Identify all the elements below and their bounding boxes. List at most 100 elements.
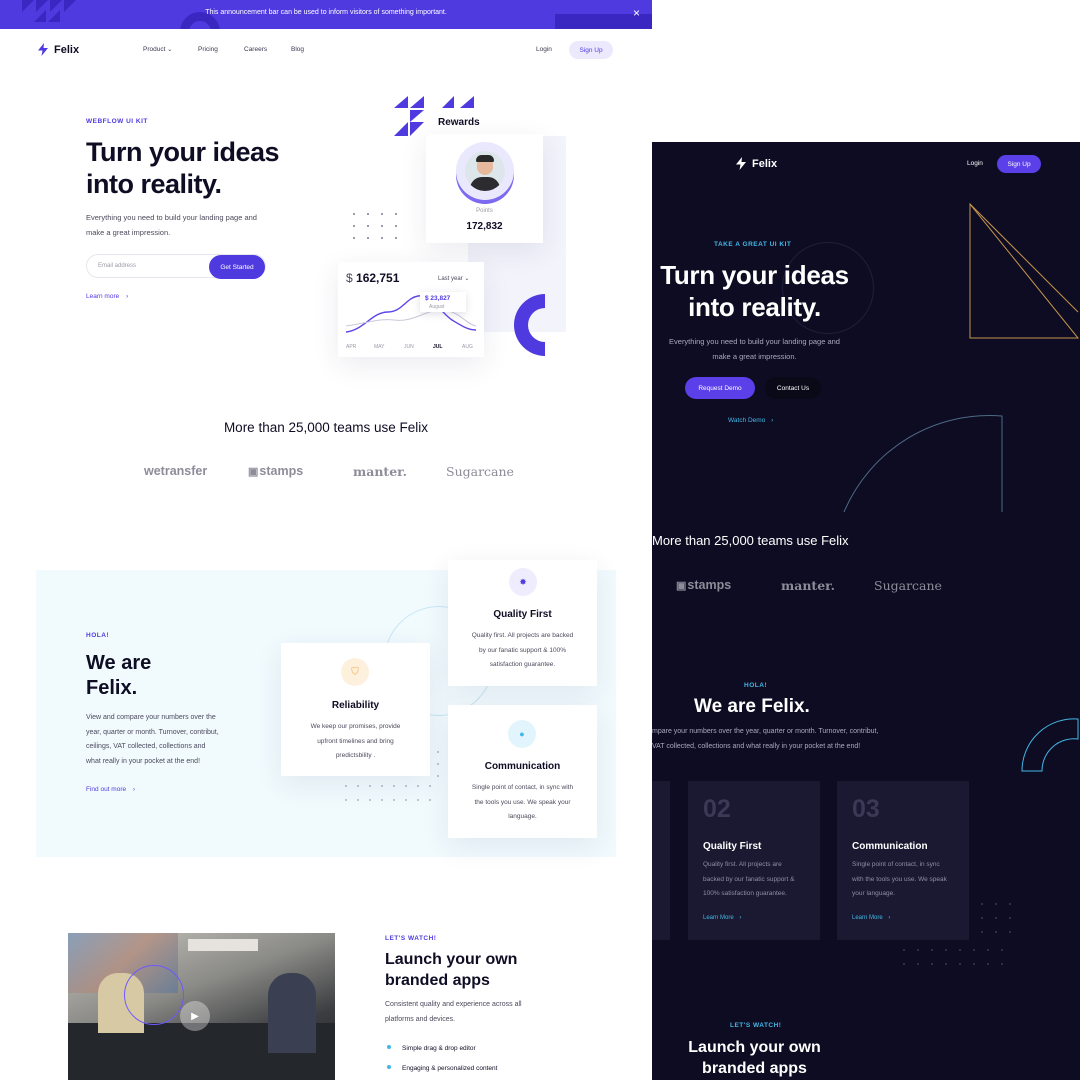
card-body: Quality first. All projects are backed b… bbox=[703, 858, 794, 902]
dark-watch-title-line2: branded apps bbox=[702, 1060, 807, 1077]
feature-title: Quality First bbox=[493, 609, 552, 620]
dark-signup-button[interactable]: Sign Up bbox=[997, 155, 1041, 173]
card-title: Quality First bbox=[703, 841, 762, 852]
month-label-active: JUL bbox=[433, 344, 443, 350]
watch-demo-link[interactable]: Watch Demo › bbox=[728, 417, 773, 424]
dark-logo-stamps-text: stamps bbox=[687, 578, 732, 592]
period-label: Last year bbox=[438, 276, 463, 282]
card-body-line: with the tools you use. We speak bbox=[852, 875, 947, 883]
hero-eyebrow: WEBFLOW UI KIT bbox=[86, 118, 148, 125]
feature-body-line: predictsbility . bbox=[335, 752, 376, 759]
dark-login-link[interactable]: Login bbox=[967, 160, 983, 167]
email-input[interactable]: Email address bbox=[98, 263, 136, 269]
stamps-icon: ▣ bbox=[676, 580, 687, 592]
learn-more-link[interactable]: Learn more › bbox=[86, 293, 128, 300]
contact-us-button[interactable]: Contact Us bbox=[765, 377, 821, 399]
request-demo-button[interactable]: Request Demo bbox=[685, 377, 755, 399]
watch-body: Consistent quality and experience across… bbox=[385, 998, 522, 1027]
arc-decor bbox=[843, 415, 1003, 513]
logo-sugarcane: Sugarcane bbox=[446, 464, 514, 479]
dark-about-title: We are Felix. bbox=[694, 696, 810, 717]
close-icon[interactable]: × bbox=[633, 7, 640, 19]
dark-logo-manter: manter. bbox=[781, 578, 835, 593]
announcement-text: This announcement bar can be used to inf… bbox=[205, 9, 447, 16]
chevron-right-icon: › bbox=[739, 915, 742, 921]
half-ring-decor bbox=[514, 294, 545, 356]
about-body-line: View and compare your numbers over the bbox=[86, 714, 216, 721]
teams-heading: More than 25,000 teams use Felix bbox=[223, 420, 429, 435]
email-form: Email address Get Started bbox=[86, 254, 266, 279]
feature-body: Single point of contact, in sync with th… bbox=[448, 781, 597, 825]
feature-body: Quality first. All projects are backed b… bbox=[448, 629, 597, 673]
nav-pricing[interactable]: Pricing bbox=[198, 46, 218, 53]
card-learn-more-label: Learn More bbox=[852, 915, 883, 921]
dark-hero-subtitle: Everything you need to build your landin… bbox=[652, 335, 857, 364]
find-out-more-label: Find out more bbox=[86, 786, 127, 793]
about-body-line: what really in your pocket at the end! bbox=[86, 757, 201, 765]
chevron-right-icon: › bbox=[126, 293, 129, 300]
card-title: Communication bbox=[852, 841, 928, 852]
feature-body: We keep our promises, provide upfront ti… bbox=[281, 720, 430, 764]
period-select[interactable]: Last year ⌄ bbox=[438, 275, 469, 282]
card-body-line: Quality first. All projects are bbox=[703, 861, 782, 868]
month-label: AUG bbox=[462, 344, 473, 350]
month-label: APR bbox=[346, 344, 357, 350]
avatar bbox=[465, 151, 505, 191]
stats-currency: $ bbox=[346, 271, 353, 285]
feature-body-line: language. bbox=[508, 813, 537, 820]
stats-value: 162,751 bbox=[356, 271, 400, 285]
get-started-button[interactable]: Get Started bbox=[209, 255, 265, 279]
find-out-more-link[interactable]: Find out more › bbox=[86, 786, 135, 793]
nav-careers[interactable]: Careers bbox=[244, 46, 267, 53]
card-learn-more-link[interactable]: Learn More › bbox=[852, 915, 890, 921]
hero-subtitle-line2: make a great impression. bbox=[86, 227, 171, 237]
hero-subtitle-line1: Everything you need to build your landin… bbox=[86, 213, 257, 222]
shield-icon: ⛉ bbox=[341, 658, 369, 686]
triangle-outline-decor bbox=[969, 202, 1080, 339]
dark-hero-eyebrow: TAKE A GREAT UI KIT bbox=[714, 241, 792, 248]
watch-body-line: Consistent quality and experience across… bbox=[385, 1001, 522, 1008]
feature-body-line: the tools you use. We speak your bbox=[474, 798, 571, 806]
dark-hero-title-line2: into reality. bbox=[688, 292, 821, 322]
card-body-line: 100% satisfaction guarantee. bbox=[703, 890, 787, 897]
hero-title-line1: Turn your ideas bbox=[86, 137, 280, 167]
chevron-down-icon: ⌄ bbox=[167, 47, 173, 53]
dot-grid-decor bbox=[903, 903, 1011, 965]
logo-wetransfer: wetransfer bbox=[144, 464, 208, 478]
dark-about-eyebrow: HOLA! bbox=[744, 682, 768, 689]
card-learn-more-label: Learn More bbox=[703, 915, 734, 921]
about-eyebrow: HOLA! bbox=[86, 632, 110, 639]
hero-subtitle: Everything you need to build your landin… bbox=[86, 211, 257, 240]
play-icon[interactable]: ▶ bbox=[180, 1001, 210, 1031]
signup-button[interactable]: Sign Up bbox=[569, 41, 613, 59]
logo-text: Felix bbox=[54, 43, 80, 56]
dark-teams-heading: More than 25,000 teams use Felix bbox=[652, 533, 849, 548]
nav-blog[interactable]: Blog bbox=[291, 46, 304, 53]
dark-hero-subtitle-line2: make a great impression. bbox=[712, 351, 797, 361]
bolt-icon bbox=[736, 157, 746, 170]
dark-about-body-line: mpare your numbers over the year, quarte… bbox=[652, 728, 879, 735]
avatar-ring bbox=[456, 142, 514, 200]
dark-about-body-line: VAT collected, collections and what real… bbox=[652, 742, 861, 750]
dark-about-body: mpare your numbers over the year, quarte… bbox=[652, 725, 912, 754]
month-label: MAY bbox=[374, 344, 385, 350]
login-link[interactable]: Login bbox=[536, 46, 552, 53]
watch-title-line1: Launch your own bbox=[385, 951, 518, 968]
about-title-line1: We are bbox=[86, 652, 152, 674]
card-body-line: backed by our fanatic support & bbox=[703, 875, 795, 883]
dark-watch-title: Launch your own branded apps bbox=[652, 1037, 857, 1079]
card-learn-more-link[interactable]: Learn More › bbox=[703, 915, 741, 921]
dark-logo[interactable]: Felix bbox=[736, 157, 777, 170]
nav-product[interactable]: Product ⌄ bbox=[143, 46, 172, 53]
stats-amount: $ 162,751 bbox=[346, 271, 399, 285]
dark-watch-title-line1: Launch your own bbox=[688, 1039, 821, 1056]
about-body-line: year, quarter or month. Turnover, contri… bbox=[86, 728, 219, 736]
light-landing-page: This announcement bar can be used to inf… bbox=[0, 0, 652, 1080]
logo[interactable]: Felix bbox=[38, 43, 79, 56]
logo-stamps: ▣stamps bbox=[248, 464, 303, 478]
chevron-right-icon: › bbox=[888, 915, 891, 921]
card-body: Single point of contact, in sync with th… bbox=[852, 858, 947, 902]
dark-card-partial bbox=[652, 781, 670, 940]
points-value: 172,832 bbox=[466, 221, 503, 232]
bullet-item: Engaging & personalized content bbox=[387, 1065, 497, 1072]
